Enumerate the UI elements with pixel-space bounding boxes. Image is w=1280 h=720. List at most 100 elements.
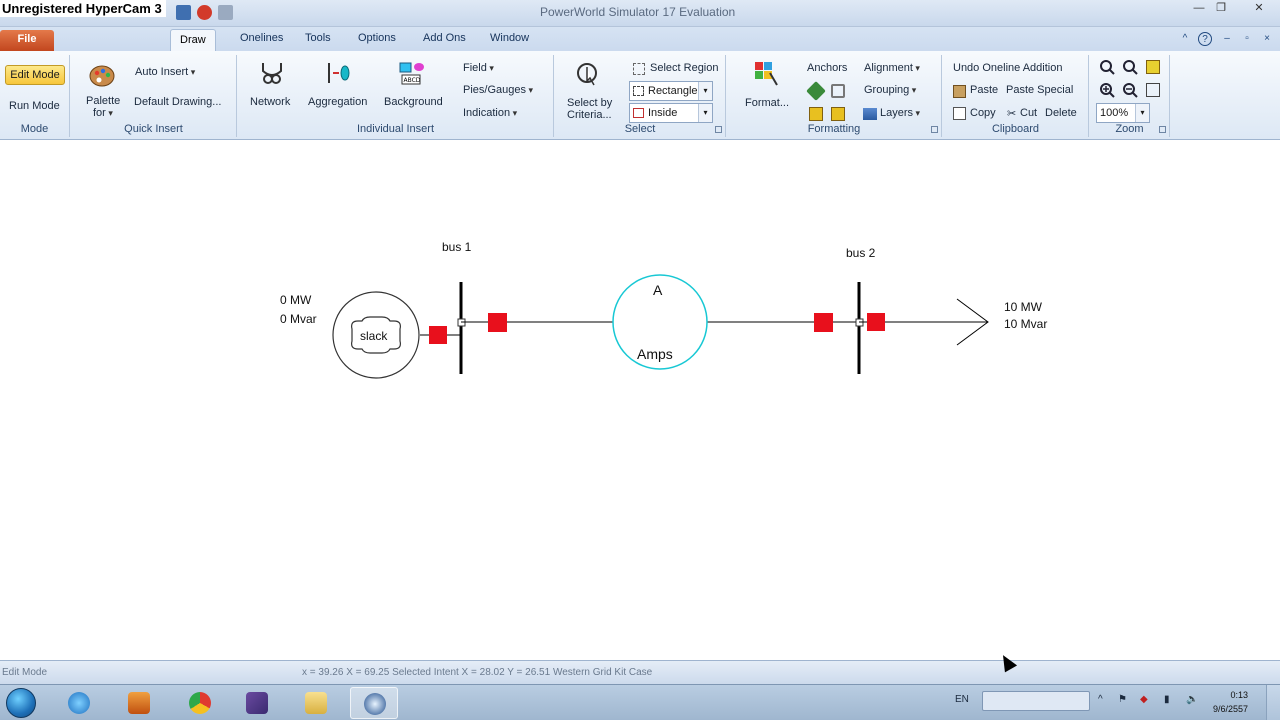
format-button[interactable]: Format... [745, 97, 789, 109]
minimize-button[interactable]: — [1188, 2, 1210, 16]
taskbar-chrome[interactable] [176, 687, 224, 719]
cut-button[interactable]: Cut [1020, 107, 1037, 119]
doc-close-icon[interactable]: × [1260, 32, 1274, 46]
chevron-down-icon: ▾ [1135, 104, 1149, 122]
close-circle-icon[interactable] [197, 5, 212, 20]
tab-window[interactable]: Window [490, 32, 529, 44]
powerworld-icon [364, 693, 386, 715]
selection-shape-select[interactable]: Rectangle ▾ [629, 81, 713, 101]
undo-button[interactable]: Undo Oneline Addition [953, 62, 1062, 74]
aggregation-button[interactable]: Aggregation [308, 96, 367, 108]
tab-tools[interactable]: Tools [305, 32, 331, 44]
send-back-icon[interactable] [809, 107, 823, 121]
volume-icon[interactable]: 🔈 [1186, 694, 1198, 705]
paste-icon [953, 85, 966, 98]
select-region-button[interactable]: Select Region [650, 62, 719, 74]
eyedropper-icon[interactable] [806, 81, 826, 101]
zoom-out-icon[interactable] [1122, 82, 1138, 98]
zoom-all-icon[interactable] [1099, 59, 1115, 75]
selection-mode-select[interactable]: Inside ▾ [629, 103, 713, 123]
group-label-select: Select [624, 123, 656, 135]
select-region-checkbox[interactable] [633, 63, 645, 75]
close-button[interactable]: ✕ [1244, 2, 1274, 16]
generator-mw: 0 MW [280, 293, 312, 307]
save-icon[interactable] [176, 5, 191, 20]
recorder-toolbar[interactable] [982, 691, 1090, 711]
taskbar-visual-studio[interactable] [233, 687, 281, 719]
taskbar-powerworld[interactable] [350, 687, 398, 719]
show-desktop-button[interactable] [1266, 685, 1280, 720]
paste-button[interactable]: Paste [970, 84, 998, 96]
auto-insert-dropdown[interactable]: Auto Insert [135, 66, 195, 78]
antivirus-icon[interactable]: ◆ [1140, 694, 1148, 705]
recorder-watermark: Unregistered HyperCam 3 [0, 0, 166, 17]
delete-button[interactable]: Delete [1045, 107, 1077, 119]
default-drawing-button[interactable]: Default Drawing... [134, 96, 221, 108]
tray-expand-icon[interactable]: ^ [1098, 694, 1103, 705]
palette-for-dropdown[interactable]: for [93, 107, 113, 119]
pies-gauges-dropdown[interactable]: Pies/Gauges [463, 84, 533, 96]
network-button[interactable]: Network [250, 96, 290, 108]
oneline-diagram [332, 274, 989, 379]
layers-dropdown[interactable]: Layers [880, 107, 920, 119]
network-icon [262, 63, 282, 84]
alignment-dropdown[interactable]: Alignment [864, 62, 920, 74]
tab-onelines[interactable]: Onelines [240, 32, 283, 44]
maximize-button[interactable]: ❐ [1210, 2, 1232, 16]
svg-text:ABCD: ABCD [404, 77, 421, 84]
status-coordinates: x = 39.26 X = 69.25 Selected Intent X = … [302, 667, 653, 678]
dialog-launcher-icon[interactable] [715, 126, 722, 133]
dialog-launcher-icon[interactable] [931, 126, 938, 133]
paste-special-button[interactable]: Paste Special [1006, 84, 1073, 96]
doc-minimize-icon[interactable]: – [1220, 32, 1234, 46]
copy-button[interactable]: Copy [970, 107, 996, 119]
clock[interactable]: 0:13 9/6/2557 [1213, 688, 1248, 716]
file-tab[interactable]: File [0, 30, 54, 51]
palette-button[interactable]: Palette [86, 95, 120, 107]
selection-mode-value: Inside [648, 107, 678, 119]
generator-breaker[interactable] [429, 326, 447, 344]
meter-amps-label: Amps [637, 346, 673, 362]
taskbar-media[interactable] [115, 687, 163, 719]
anchors-button[interactable]: Anchors [807, 62, 847, 74]
help-icon[interactable]: ? [1198, 32, 1212, 46]
zoom-level-select[interactable]: 100% ▾ [1096, 103, 1150, 123]
load-mw: 10 MW [1004, 300, 1043, 314]
zoom-area-icon[interactable] [1122, 59, 1138, 75]
language-indicator[interactable]: EN [955, 694, 969, 705]
dialog-launcher-icon[interactable] [1159, 126, 1166, 133]
network-tray-icon[interactable]: ▮ [1164, 694, 1170, 705]
bring-front-icon[interactable] [831, 107, 845, 121]
field-dropdown[interactable]: Field [463, 62, 494, 74]
zoom-in-icon[interactable] [1099, 82, 1115, 98]
load-breaker[interactable] [867, 313, 885, 331]
start-button[interactable] [6, 688, 36, 718]
copy-icon [953, 107, 966, 120]
tab-draw[interactable]: Draw [170, 29, 216, 51]
select-by-button[interactable]: Select by [567, 97, 612, 109]
indication-dropdown[interactable]: Indication [463, 107, 517, 119]
doc-restore-icon[interactable]: ▫ [1240, 32, 1254, 46]
background-button[interactable]: Background [384, 96, 443, 108]
edit-mode-button[interactable]: Edit Mode [5, 65, 65, 85]
oneline-canvas[interactable]: bus 1 bus 2 0 MW 0 Mvar slack A Amps 10 … [0, 141, 1280, 660]
line-breaker-to[interactable] [814, 313, 833, 332]
pan-icon[interactable] [1146, 60, 1160, 74]
format-painter-icon[interactable] [831, 84, 845, 98]
ribbon-tabs: File Draw Onelines Tools Options Add Ons… [0, 27, 1280, 51]
tab-add-ons[interactable]: Add Ons [423, 32, 466, 44]
flag-icon[interactable]: ⚑ [1118, 694, 1127, 705]
fit-icon[interactable] [1146, 83, 1160, 97]
grouping-dropdown[interactable]: Grouping [864, 84, 916, 96]
powerworld-window: Unregistered HyperCam 3 PowerWorld Simul… [0, 0, 1280, 720]
taskbar-ie[interactable] [55, 687, 103, 719]
minimize-ribbon-icon[interactable]: ^ [1178, 32, 1192, 46]
tab-options[interactable]: Options [358, 32, 396, 44]
group-mode: Edit Mode Run Mode Mode [0, 55, 70, 137]
undo-icon[interactable] [218, 5, 233, 20]
line-breaker-from[interactable] [488, 313, 507, 332]
group-select: Select by Criteria... Select Region Rect… [555, 55, 726, 137]
taskbar-explorer[interactable] [292, 687, 340, 719]
run-mode-button[interactable]: Run Mode [9, 100, 60, 112]
group-label-individual-insert: Individual Insert [356, 123, 435, 135]
